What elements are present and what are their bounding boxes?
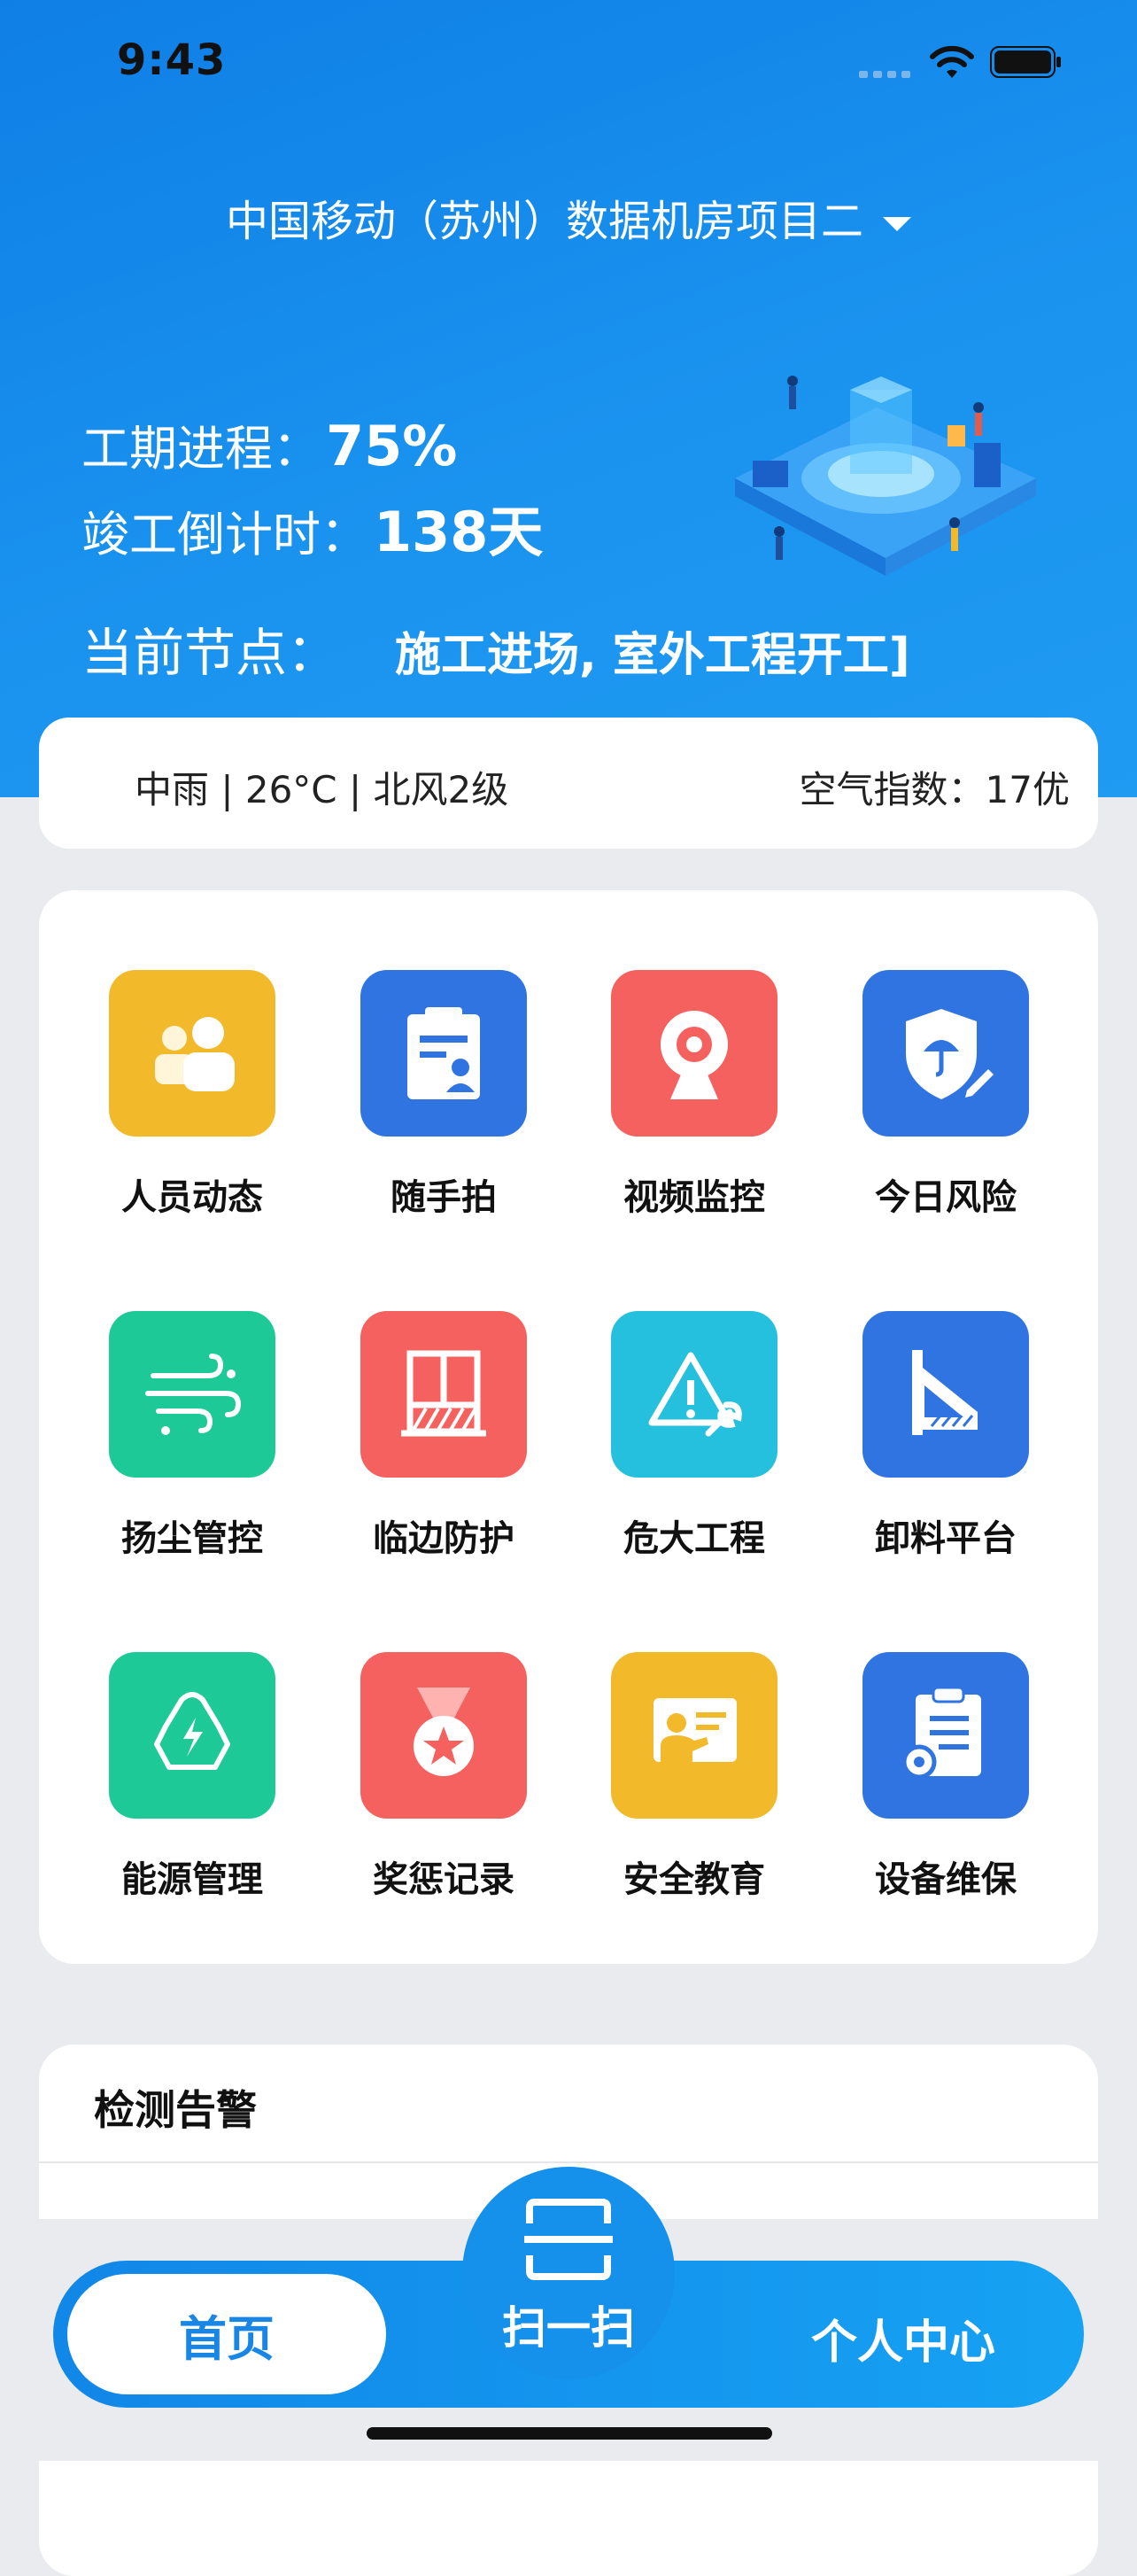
tile-label: 视频监控 <box>623 1177 765 1218</box>
caret-down-icon <box>883 217 911 231</box>
people-icon <box>109 970 275 1137</box>
tile-personnel[interactable]: 人员动态 <box>95 970 290 1220</box>
progress-label: 工期进程： <box>81 421 321 477</box>
progress-row: 工期进程：75% <box>81 409 457 479</box>
tile-equipment-maintenance[interactable]: 设备维保 <box>848 1652 1043 1902</box>
tile-label: 危大工程 <box>623 1518 765 1559</box>
tile-label: 随手拍 <box>391 1177 497 1218</box>
platform-ruler-icon <box>862 1311 1029 1478</box>
recycle-energy-icon <box>109 1652 275 1819</box>
teacher-board-icon <box>611 1652 777 1819</box>
status-time: 9:43 <box>117 35 227 85</box>
warning-wrench-icon <box>611 1311 777 1478</box>
progress-value: 75% <box>326 414 458 478</box>
webcam-icon <box>611 970 777 1137</box>
construction-site-illustration <box>735 376 1036 576</box>
tab-profile[interactable]: 个人中心 <box>811 2305 995 2371</box>
tile-label: 人员动态 <box>121 1177 263 1218</box>
tab-home[interactable]: 首页 <box>67 2274 386 2394</box>
clipboard-gear-icon <box>862 1652 1029 1819</box>
countdown-label: 竣工倒计时： <box>81 507 368 563</box>
battery-icon <box>990 46 1061 78</box>
countdown-value: 138天 <box>374 500 544 564</box>
tile-energy[interactable]: 能源管理 <box>95 1652 290 1902</box>
alerts-title: 检测告警 <box>94 2086 257 2134</box>
tile-label: 奖惩记录 <box>373 1859 514 1900</box>
tile-safety-education[interactable]: 安全教育 <box>597 1652 792 1902</box>
countdown-row: 竣工倒计时：138天 <box>81 487 543 567</box>
tile-label: 卸料平台 <box>875 1518 1017 1559</box>
project-selector[interactable]: 中国移动（苏州）数据机房项目二 <box>0 186 1137 248</box>
tile-video[interactable]: 视频监控 <box>597 970 792 1220</box>
weather-summary: 中雨 | 26°C | 北风2级 <box>135 768 509 811</box>
wind-icon <box>109 1311 275 1478</box>
scan-icon <box>524 2199 613 2280</box>
function-grid: 人员动态 随手拍 视频监控 今日风险 扬尘管控 临边防护 危大工程 卸料平台 能… <box>39 890 1098 1964</box>
tile-rewards[interactable]: 奖惩记录 <box>346 1652 541 1902</box>
weather-card: 中雨 | 26°C | 北风2级 空气指数：17优 <box>39 718 1098 849</box>
status-bar: 9:43 <box>0 0 1137 124</box>
tile-label: 临边防护 <box>373 1518 514 1559</box>
tile-edge-protection[interactable]: 临边防护 <box>346 1311 541 1561</box>
node-value: 施工进场, 室外工程开工] <box>395 629 910 682</box>
tile-unloading-platform[interactable]: 卸料平台 <box>848 1311 1043 1561</box>
wifi-icon <box>930 45 974 78</box>
tile-hazard-projects[interactable]: 危大工程 <box>597 1311 792 1561</box>
scan-label: 扫一扫 <box>502 2302 635 2354</box>
tile-risk[interactable]: 今日风险 <box>848 970 1043 1220</box>
node-label: 当前节点： <box>81 623 339 683</box>
air-quality-index: 空气指数：17优 <box>799 768 1070 811</box>
current-node-row: 当前节点： 施工进场, 室外工程开工] <box>81 611 910 686</box>
cellular-signal-icon <box>859 71 910 78</box>
home-indicator <box>367 2427 772 2440</box>
tile-label: 设备维保 <box>875 1859 1017 1900</box>
medal-icon <box>360 1652 527 1819</box>
tile-dust[interactable]: 扬尘管控 <box>95 1311 290 1561</box>
window-guard-icon <box>360 1311 527 1478</box>
tile-label: 扬尘管控 <box>121 1518 263 1559</box>
snapshot-clipboard-icon <box>360 970 527 1137</box>
tile-label: 今日风险 <box>875 1177 1017 1218</box>
tile-snapshot[interactable]: 随手拍 <box>346 970 541 1220</box>
tile-label: 能源管理 <box>121 1859 263 1900</box>
tile-label: 安全教育 <box>623 1859 765 1900</box>
project-title: 中国移动（苏州）数据机房项目二 <box>225 197 863 246</box>
divider <box>39 2161 1098 2163</box>
shield-umbrella-icon <box>862 970 1029 1137</box>
